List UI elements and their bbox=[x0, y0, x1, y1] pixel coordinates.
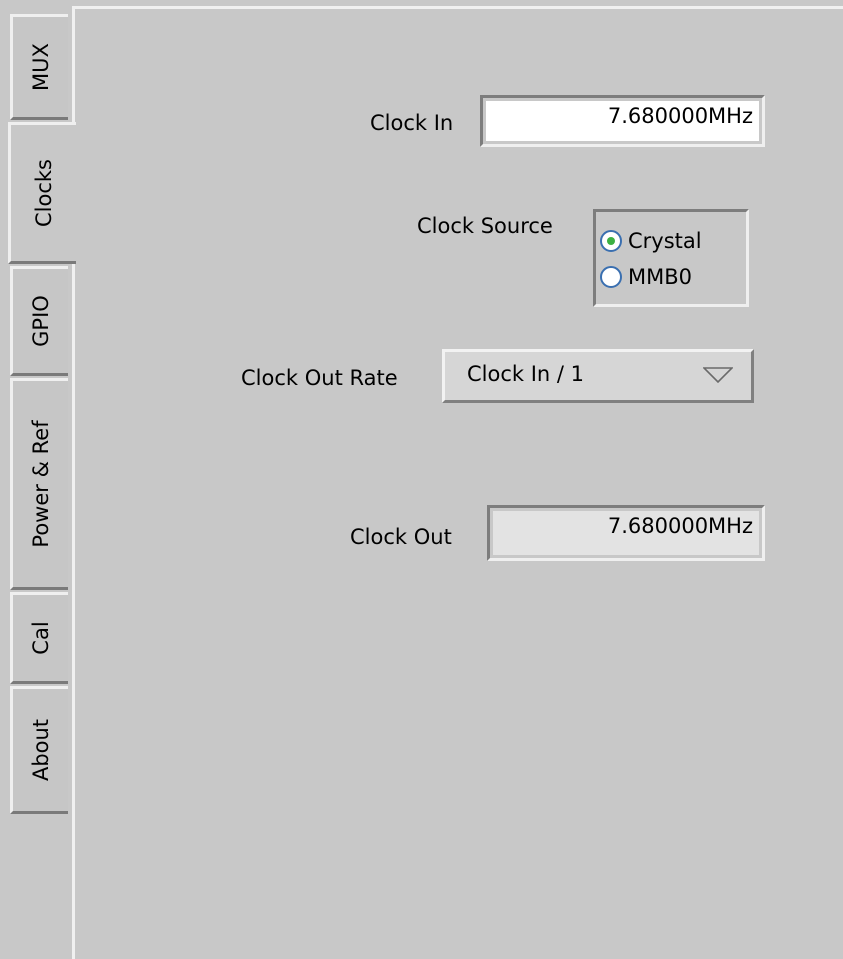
window: MUX Clocks GPIO Power & Ref Cal About Cl… bbox=[0, 0, 843, 959]
radio-mmb0-label: MMB0 bbox=[628, 265, 693, 289]
chevron-down-icon bbox=[703, 367, 733, 383]
clocks-panel: Clock In 7.680000MHz Clock Source Crysta… bbox=[72, 6, 843, 959]
radio-selected-icon bbox=[600, 230, 622, 252]
clock-out-label: Clock Out bbox=[350, 525, 452, 549]
tab-label: About bbox=[28, 718, 53, 782]
tab-power-ref[interactable]: Power & Ref bbox=[10, 378, 68, 590]
radio-mmb0[interactable]: MMB0 bbox=[600, 262, 692, 292]
radio-crystal-label: Crystal bbox=[628, 229, 702, 253]
tab-label: Clocks bbox=[31, 159, 56, 227]
tab-cal[interactable]: Cal bbox=[10, 592, 68, 684]
tab-gpio[interactable]: GPIO bbox=[10, 266, 68, 376]
radio-crystal[interactable]: Crystal bbox=[600, 226, 702, 256]
tab-mux[interactable]: MUX bbox=[10, 14, 68, 120]
clock-source-label: Clock Source bbox=[417, 214, 553, 238]
clock-source-radio-group: Crystal MMB0 bbox=[593, 209, 749, 307]
clock-in-value: 7.680000MHz bbox=[486, 101, 759, 141]
tab-label: Cal bbox=[28, 621, 53, 655]
tab-about[interactable]: About bbox=[10, 686, 68, 814]
clock-out-field: 7.680000MHz bbox=[487, 505, 765, 561]
clock-out-rate-label: Clock Out Rate bbox=[241, 366, 398, 390]
tab-label: MUX bbox=[28, 43, 53, 91]
clock-out-rate-value: Clock In / 1 bbox=[467, 362, 585, 386]
tab-strip: MUX Clocks GPIO Power & Ref Cal About bbox=[0, 0, 76, 959]
clock-in-label: Clock In bbox=[370, 111, 454, 135]
tab-clocks[interactable]: Clocks bbox=[8, 122, 76, 264]
clock-out-rate-dropdown[interactable]: Clock In / 1 bbox=[442, 349, 754, 403]
clock-in-field[interactable]: 7.680000MHz bbox=[480, 95, 765, 147]
clock-out-value: 7.680000MHz bbox=[493, 511, 759, 555]
tab-label: Power & Ref bbox=[28, 420, 53, 548]
radio-unselected-icon bbox=[600, 266, 622, 288]
tab-label: GPIO bbox=[28, 295, 53, 347]
